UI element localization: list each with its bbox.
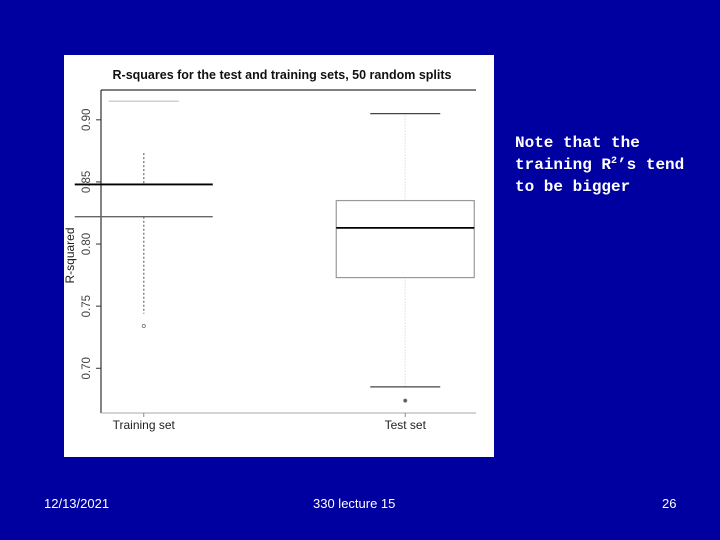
boxplot-chart: R-squares for the test and training sets… bbox=[64, 68, 476, 432]
note-line-2: training R2’s tend bbox=[515, 156, 684, 174]
y-tick-label: 0.85 bbox=[81, 171, 93, 193]
footer-title: 330 lecture 15 bbox=[313, 496, 396, 511]
y-tick-label: 0.80 bbox=[81, 233, 93, 255]
box bbox=[335, 199, 475, 279]
chart-panel: R-squares for the test and training sets… bbox=[64, 55, 494, 457]
footer-page-number: 26 bbox=[662, 496, 677, 511]
note-line-1: Note that the bbox=[515, 134, 640, 152]
note-line-2-suffix: ’s tend bbox=[617, 156, 685, 174]
slide-note: Note that the training R2’s tend to be b… bbox=[515, 132, 715, 198]
y-axis-label: R-squared bbox=[64, 227, 77, 283]
outlier-point bbox=[403, 398, 408, 403]
x-tick-label: Test set bbox=[385, 418, 427, 432]
note-line-2-text: training R bbox=[515, 156, 612, 174]
y-tick-label: 0.75 bbox=[81, 295, 93, 317]
x-tick-label: Training set bbox=[113, 418, 176, 432]
y-tick-label: 0.70 bbox=[81, 357, 93, 379]
outlier-point bbox=[141, 324, 146, 329]
chart-title: R-squares for the test and training sets… bbox=[113, 68, 452, 82]
y-tick-label: 0.90 bbox=[81, 109, 93, 131]
footer-date: 12/13/2021 bbox=[44, 496, 110, 511]
note-line-3: to be bigger bbox=[515, 178, 631, 196]
